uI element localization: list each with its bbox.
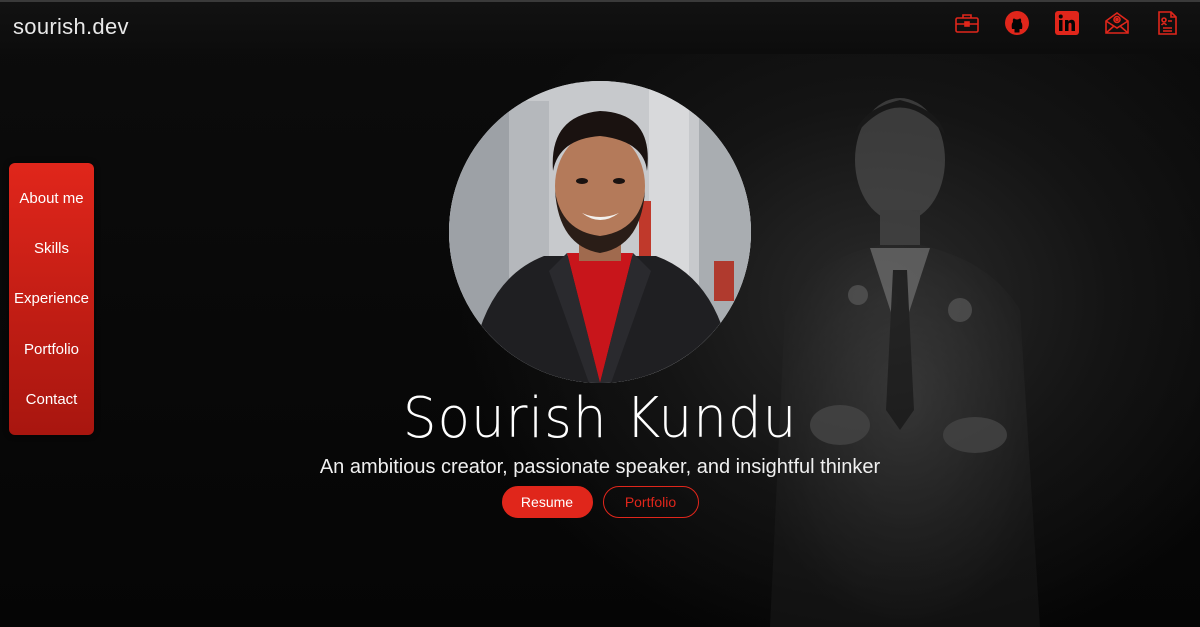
mail-icon[interactable] [1104, 10, 1130, 36]
portfolio-button[interactable]: Portfolio [602, 486, 699, 518]
nav-item-skills[interactable]: Skills [34, 240, 69, 257]
hero-actions: Resume Portfolio [0, 486, 1200, 518]
background-speaker-photo [770, 98, 1040, 627]
nav-item-experience[interactable]: Experience [14, 290, 89, 307]
briefcase-icon[interactable] [954, 10, 980, 36]
page: sourish.dev About me Skills Experience P… [0, 0, 1200, 627]
linkedin-icon[interactable] [1054, 10, 1080, 36]
nav-item-portfolio[interactable]: Portfolio [24, 341, 79, 358]
hero-name: Sourish Kundu [402, 386, 798, 451]
github-icon[interactable] [1004, 10, 1030, 36]
hero-tagline: An ambitious creator, passionate speaker… [319, 456, 881, 478]
resume-icon[interactable] [1154, 10, 1180, 36]
resume-button[interactable]: Resume [501, 486, 593, 518]
nav-item-about[interactable]: About me [19, 190, 83, 207]
profile-photo [449, 81, 751, 383]
top-navbar: sourish.dev [0, 0, 1200, 54]
social-links [954, 10, 1180, 36]
site-brand[interactable]: sourish.dev [13, 14, 129, 40]
